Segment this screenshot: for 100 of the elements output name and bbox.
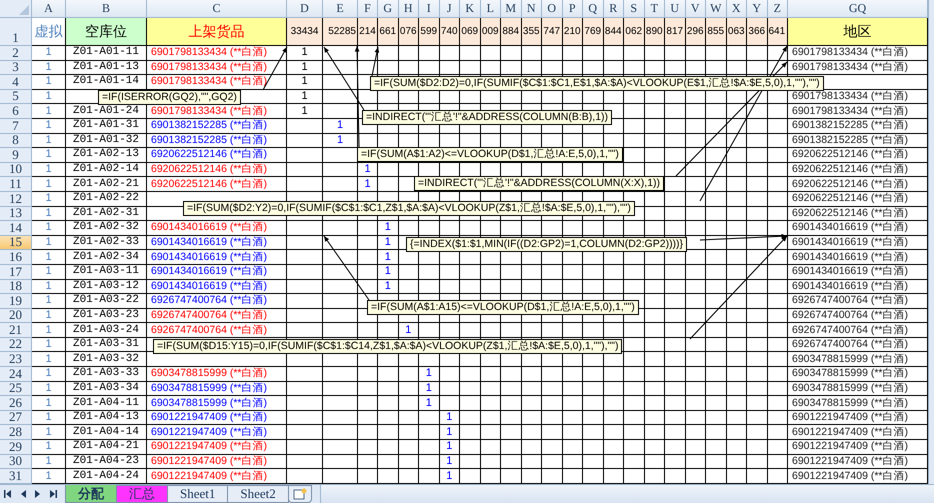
column-header[interactable]: D (287, 0, 323, 18)
column-header[interactable]: U (665, 0, 686, 18)
table-cell: Z01-A03-12 (66, 280, 147, 294)
table-cell: 1 (32, 177, 66, 192)
column-header[interactable]: N (522, 0, 542, 18)
row-header[interactable]: 3 (0, 60, 32, 76)
column-header[interactable]: J (440, 0, 460, 18)
row-header[interactable]: 5 (0, 90, 32, 104)
row-header[interactable]: 14 (0, 221, 32, 236)
row-header[interactable]: 13 (0, 206, 32, 222)
column-header[interactable]: I (419, 0, 440, 18)
column-header[interactable]: T (644, 0, 665, 18)
row-header[interactable]: 30 (0, 454, 32, 470)
table-cell: Z01-A04-11 (66, 396, 147, 411)
column-header[interactable]: GQ (788, 0, 928, 18)
row-header[interactable]: 7 (0, 118, 32, 134)
row-header[interactable]: 25 (0, 382, 32, 396)
table-cell: 6920622512146 (**白酒) (147, 162, 287, 178)
table-cell: Z01-A02-14 (66, 162, 147, 178)
column-header[interactable]: L (480, 0, 501, 18)
row-header[interactable]: 6 (0, 104, 32, 119)
table-cell: 6901798133434 (**白酒) (147, 60, 287, 76)
table-cell: Z01-A01-32 (66, 134, 147, 148)
table-cell: Z01-A03-32 (66, 352, 147, 368)
table-cell: 1 (419, 367, 440, 382)
formula-comment: =IF(ISERROR(GQ2),"",GQ2) (98, 90, 241, 105)
formula-comment: =IF(SUM($D2:Y2)=0,IF(SUMIF($C$1:$C1,Z$1,$A:$A)<VLOOKUP(Z$1,汇总!$A:$E,5,0),1,""),"") (183, 201, 635, 216)
table-cell: Z01-A02-21 (66, 177, 147, 192)
sheet-tab[interactable]: 分配 (65, 485, 117, 503)
sheet-tab[interactable]: Sheet1 (167, 485, 228, 503)
row-header[interactable]: 10 (0, 162, 32, 178)
row-header[interactable]: 16 (0, 250, 32, 265)
row-header[interactable]: 12 (0, 192, 32, 207)
sheet-tab[interactable]: 汇总 (116, 485, 168, 503)
row-header[interactable]: 9 (0, 148, 32, 163)
table-cell: 1 (378, 280, 398, 294)
column-header[interactable]: W (706, 0, 726, 18)
column-header[interactable]: E (323, 0, 358, 18)
table-cell: 1 (32, 46, 66, 61)
column-header[interactable]: Y (747, 0, 768, 18)
row-header[interactable]: 17 (0, 264, 32, 280)
table-cell: Z01-A04-14 (66, 425, 147, 440)
row-header[interactable]: 27 (0, 410, 32, 426)
row-header[interactable]: 1 (0, 18, 32, 46)
table-cell: Z01-A04-13 (66, 410, 147, 426)
table-cell: 6903478815999 (**白酒) (147, 396, 287, 411)
table-cell: 6926747400764 (**白酒) (788, 294, 928, 309)
table-cell: 069 (460, 18, 480, 46)
table-cell: 6901221947409 (**白酒) (147, 469, 287, 484)
table-cell: Z01-A03-31 (66, 338, 147, 352)
column-header[interactable]: O (542, 0, 562, 18)
column-header[interactable]: B (66, 0, 147, 18)
table-cell: 6926747400764 (**白酒) (788, 308, 928, 324)
row-header[interactable]: 23 (0, 352, 32, 368)
table-cell: 1 (32, 323, 66, 338)
row-header[interactable]: 8 (0, 134, 32, 148)
sheet-tab[interactable]: Sheet2 (227, 485, 289, 503)
column-header[interactable]: S (624, 0, 644, 18)
row-header[interactable]: 2 (0, 46, 32, 61)
row-header[interactable]: 19 (0, 294, 32, 309)
table-cell: 6901798133434 (**白酒) (788, 46, 928, 61)
column-header[interactable]: G (378, 0, 398, 18)
column-header[interactable]: A (32, 0, 66, 18)
row-header[interactable]: 11 (0, 177, 32, 192)
table-cell: 1 (32, 221, 66, 236)
row-header[interactable]: 18 (0, 280, 32, 294)
column-header[interactable]: H (398, 0, 419, 18)
table-cell: 1 (287, 104, 323, 119)
table-cell: 1 (32, 280, 66, 294)
row-header[interactable]: 28 (0, 425, 32, 440)
row-header[interactable]: 4 (0, 75, 32, 90)
column-header[interactable]: R (604, 0, 624, 18)
column-header[interactable]: M (501, 0, 522, 18)
row-header[interactable]: 29 (0, 440, 32, 455)
column-header[interactable]: X (726, 0, 747, 18)
column-header[interactable]: C (147, 0, 287, 18)
column-header[interactable]: Z (768, 0, 788, 18)
row-header[interactable]: 24 (0, 367, 32, 382)
table-cell: Z01-A02-22 (66, 192, 147, 207)
row-header[interactable]: 22 (0, 338, 32, 352)
table-cell: Z01-A01-24 (66, 104, 147, 119)
table-cell: 6926747400764 (**白酒) (147, 294, 287, 309)
row-header[interactable]: 20 (0, 308, 32, 324)
table-cell: 890 (644, 18, 665, 46)
table-cell: 747 (542, 18, 562, 46)
row-header[interactable]: 15 (0, 236, 32, 250)
table-cell: 1 (32, 148, 66, 163)
column-header[interactable]: Q (583, 0, 604, 18)
column-header[interactable]: P (562, 0, 583, 18)
table-cell: 1 (378, 221, 398, 236)
table-cell: 6901382152285 (**白酒) (788, 118, 928, 134)
row-header[interactable]: 31 (0, 469, 32, 484)
row-header[interactable]: 26 (0, 396, 32, 411)
column-header[interactable]: F (358, 0, 378, 18)
column-header[interactable]: V (686, 0, 706, 18)
table-cell: 076 (398, 18, 419, 46)
row-header[interactable]: 21 (0, 323, 32, 338)
column-header[interactable]: K (460, 0, 480, 18)
table-cell: 6903478815999 (**白酒) (788, 382, 928, 396)
table-cell: 6926747400764 (**白酒) (788, 323, 928, 338)
